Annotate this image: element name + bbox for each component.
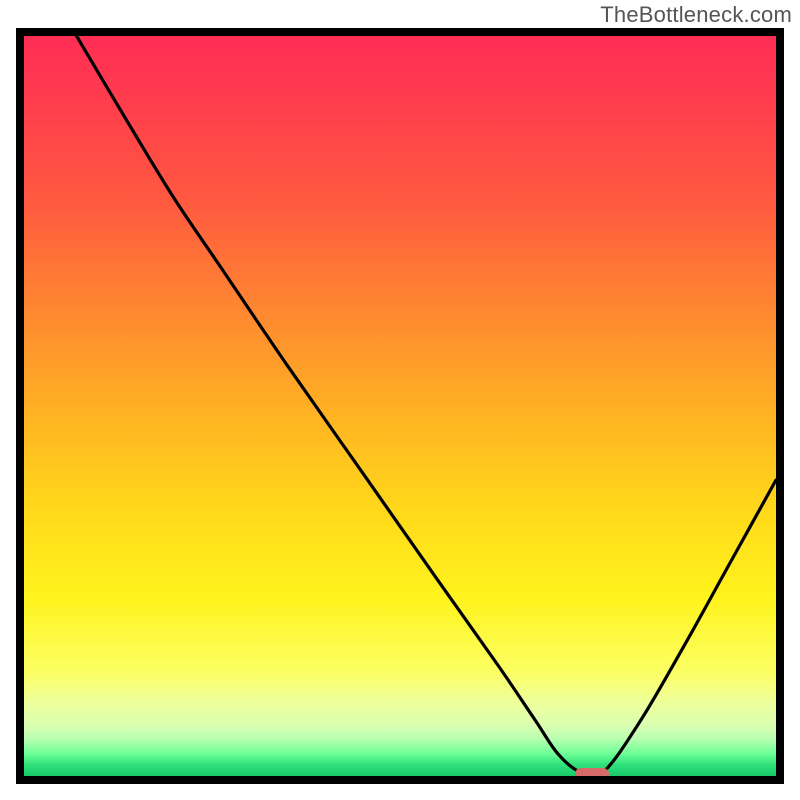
plot-area: [24, 36, 776, 776]
bottleneck-curve: [24, 36, 776, 776]
minimum-marker: [575, 768, 609, 776]
plot-frame: [16, 28, 784, 784]
chart-stage: TheBottleneck.com: [0, 0, 800, 800]
watermark-text: TheBottleneck.com: [600, 2, 792, 28]
